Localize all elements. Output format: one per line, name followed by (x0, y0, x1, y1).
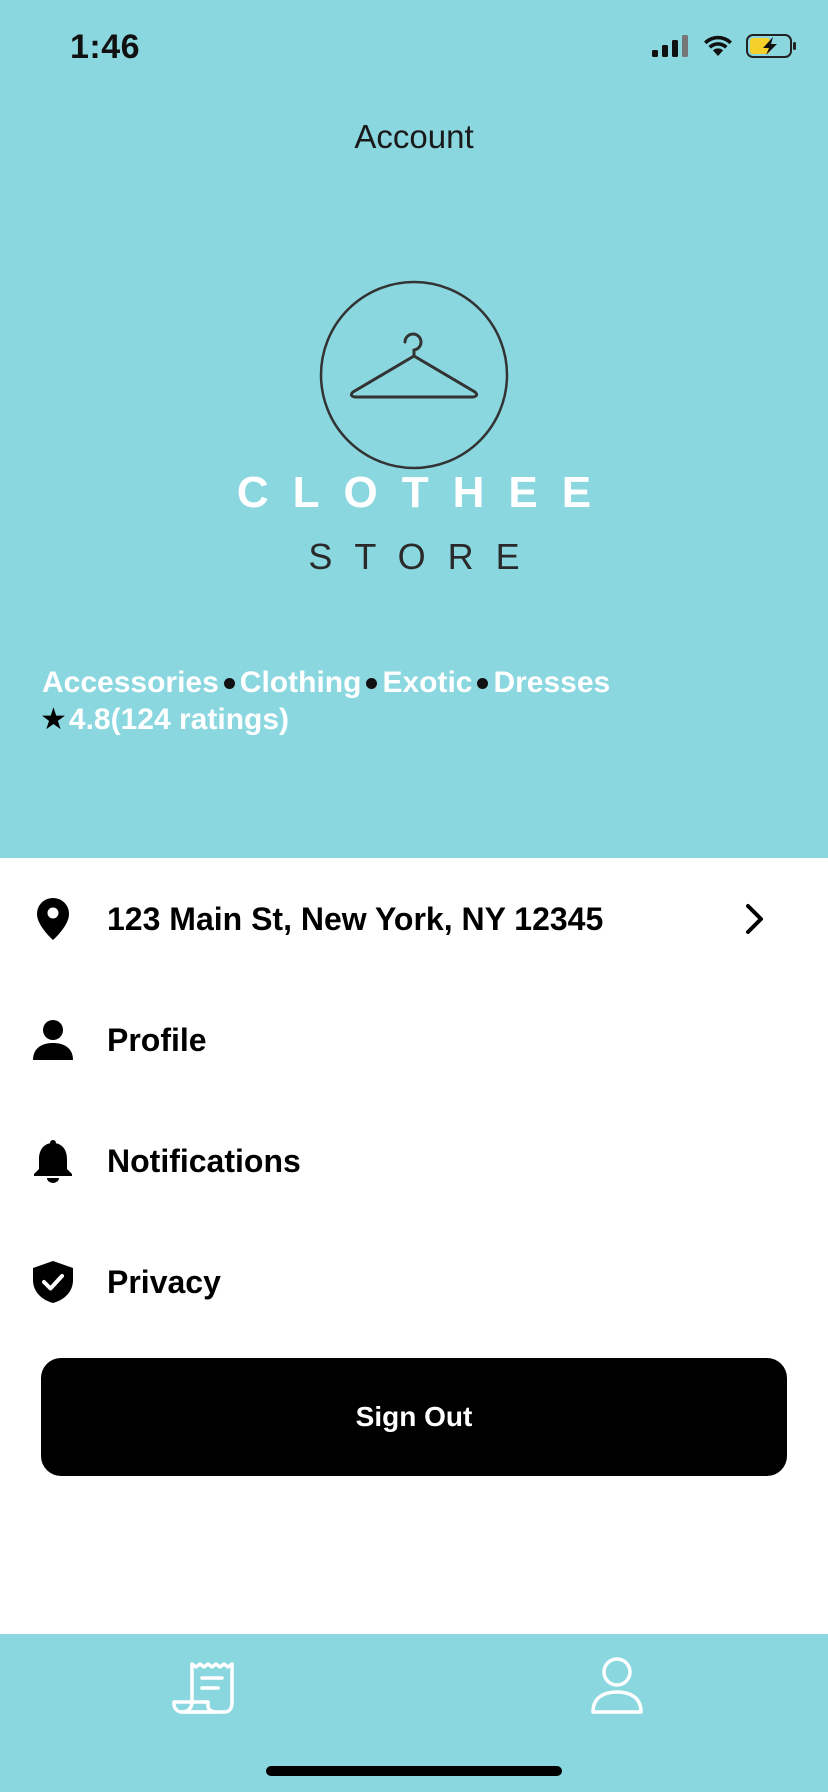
rating-value: 4.8 (68, 702, 111, 736)
category-dresses: Dresses (493, 666, 611, 699)
star-icon: ★ (40, 703, 67, 736)
sign-out-button[interactable]: Sign Out (41, 1358, 787, 1476)
brand-subtitle: STORE (308, 536, 542, 577)
separator-dot (223, 677, 235, 689)
category-exotic: Exotic (382, 666, 473, 699)
privacy-label: Privacy (107, 1263, 221, 1300)
store-rating: ★ 4.8 (124 ratings) (40, 702, 289, 737)
account-tab-person-icon[interactable] (590, 1656, 644, 1716)
store-categories: Accessories Clothing Exotic Dresses (42, 666, 610, 700)
address-row[interactable]: 123 Main St, New York, NY 12345 (0, 864, 828, 974)
category-clothing: Clothing (239, 666, 362, 699)
battery-charging-icon (746, 34, 796, 58)
status-time: 1:46 (70, 28, 141, 66)
person-icon (30, 1017, 76, 1063)
status-indicators (652, 34, 798, 58)
location-pin-icon (30, 896, 76, 942)
brand-name: CLOTHEE (236, 468, 616, 517)
chevron-right-icon (746, 904, 763, 934)
home-indicator (266, 1766, 562, 1776)
bell-icon (30, 1138, 76, 1184)
profile-row[interactable]: Profile (0, 985, 828, 1095)
profile-label: Profile (107, 1021, 207, 1058)
shield-check-icon (30, 1259, 76, 1305)
category-accessories: Accessories (42, 666, 219, 699)
rating-count: (124 ratings) (110, 702, 290, 736)
account-header: 1:46 Account CLOTHEE STORE Accessories C… (0, 0, 828, 858)
address-label: 123 Main St, New York, NY 12345 (107, 900, 604, 937)
separator-dot (477, 677, 489, 689)
wifi-icon (704, 35, 732, 56)
page-title: Account (354, 118, 474, 155)
notifications-row[interactable]: Notifications (0, 1106, 828, 1216)
privacy-row[interactable]: Privacy (0, 1227, 828, 1337)
hanger-logo-icon (319, 280, 509, 470)
tab-bar (0, 1634, 828, 1792)
notifications-label: Notifications (107, 1142, 301, 1179)
receipt-icon[interactable] (172, 1658, 236, 1718)
separator-dot (366, 677, 378, 689)
cellular-signal-icon (652, 35, 688, 57)
